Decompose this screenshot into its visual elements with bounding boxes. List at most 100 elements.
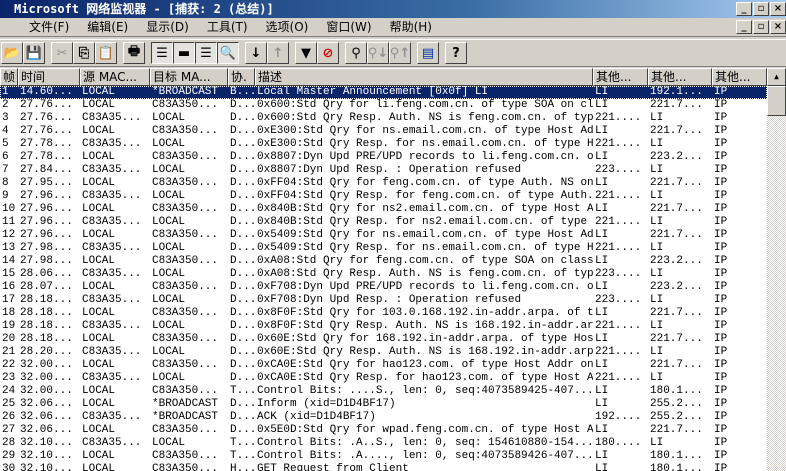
table-row[interactable]: 9 27.96... C83A35... LOCAL D... 0xFF04:Std Qr… — [0, 190, 767, 203]
table-row[interactable]: 7 27.84... C83A35... LOCAL D... 0x8807:Dyn Up… — [0, 164, 767, 177]
cell-protocol: D... — [230, 112, 255, 124]
table-row[interactable]: 10 27.96... LOCAL C83A350... D... 0x840B:Std … — [0, 203, 767, 216]
child-close-button[interactable]: × — [770, 20, 786, 34]
menu-help[interactable]: 帮助(H) — [381, 18, 441, 36]
column-header-time[interactable]: 时间 — [18, 68, 80, 86]
cell-dst-mac: LOCAL — [152, 437, 186, 449]
cell-frame: 28 — [2, 437, 16, 449]
table-row[interactable]: 3 27.76... C83A35... LOCAL D... 0x600:Std Qry… — [0, 112, 767, 125]
arrow-down-button[interactable]: ↓ — [245, 42, 267, 64]
table-row[interactable]: 22 32.00... LOCAL C83A350... D... 0xCA0E:Std … — [0, 359, 767, 372]
save-button[interactable]: 💾 — [23, 42, 45, 64]
scroll-thumb[interactable] — [767, 86, 786, 116]
child-minimize-button[interactable]: _ — [736, 20, 752, 34]
cell-src-mac: C83A35... — [82, 138, 142, 150]
column-header-protocol[interactable]: 协. — [228, 68, 255, 86]
cell-other3: IP — [714, 190, 728, 202]
menu-window[interactable]: 窗口(W) — [317, 18, 380, 36]
table-row[interactable]: 16 28.07... LOCAL C83A350... D... 0xF708:Dyn … — [0, 281, 767, 294]
vertical-scrollbar[interactable]: ▲ — [767, 68, 786, 471]
cell-other3: IP — [714, 450, 728, 462]
table-row[interactable]: 24 32.00... LOCAL C83A350... T... Control Bit… — [0, 385, 767, 398]
table-row[interactable]: 5 27.78... C83A35... LOCAL D... 0xE300:Std Qr… — [0, 138, 767, 151]
table-row[interactable]: 17 28.18... C83A35... LOCAL D... 0xF708:Dyn U… — [0, 294, 767, 307]
print-button[interactable]: 🖶 — [123, 42, 145, 64]
table-row[interactable]: 14 27.98... LOCAL C83A350... D... 0xA08:Std Q… — [0, 255, 767, 268]
minimize-button[interactable]: _ — [736, 2, 752, 16]
menu-display[interactable]: 显示(D) — [137, 18, 198, 36]
cell-protocol: D... — [230, 255, 255, 267]
find-prev-button[interactable]: ⚲↑ — [389, 42, 411, 64]
menu-edit[interactable]: 编辑(E) — [78, 18, 137, 36]
table-row[interactable]: 26 32.06... C83A35... *BROADCAST D... ACK (xi… — [0, 411, 767, 424]
help-button[interactable]: ? — [445, 42, 467, 64]
cell-other1: LI — [595, 86, 609, 98]
arrow-up-button[interactable]: ↑ — [267, 42, 289, 64]
menu-options[interactable]: 选项(O) — [257, 18, 318, 36]
cell-time: 27.76... — [20, 99, 73, 111]
menu-file[interactable]: 文件(F) — [20, 18, 78, 36]
pane-bottom-button[interactable]: ☰ — [195, 42, 217, 64]
table-row[interactable]: 11 27.96... C83A35... LOCAL D... 0x840B:Std Q… — [0, 216, 767, 229]
table-row[interactable]: 1 14.60... LOCAL *BROADCAST B... Local Master… — [0, 86, 767, 99]
cell-other2: LI — [650, 242, 664, 254]
table-row[interactable]: 8 27.95... LOCAL C83A350... D... 0xFF04:Std Q… — [0, 177, 767, 190]
scroll-up-button[interactable]: ▲ — [767, 68, 786, 86]
menu-tools[interactable]: 工具(T) — [198, 18, 257, 36]
cell-time: 27.96... — [20, 229, 73, 241]
find-next-button[interactable]: ⚲↓ — [367, 42, 389, 64]
table-row[interactable]: 4 27.76... LOCAL C83A350... D... 0xE300:Std Q… — [0, 125, 767, 138]
cell-other1: 223.... — [595, 294, 642, 306]
cell-frame: 18 — [2, 307, 16, 319]
table-row[interactable]: 13 27.98... C83A35... LOCAL D... 0x5409:Std Q… — [0, 242, 767, 255]
table-row[interactable]: 15 28.06... C83A35... LOCAL D... 0xA08:Std Qr… — [0, 268, 767, 281]
cell-other1: 221.... — [595, 190, 642, 202]
cell-description: Control Bits: .A...., len: 0, seq:407358… — [257, 450, 593, 462]
table-row[interactable]: 12 27.96... LOCAL C83A350... D... 0x5409:Std … — [0, 229, 767, 242]
paste-button[interactable]: 📋 — [95, 42, 117, 64]
child-restore-button[interactable]: ▫ — [753, 20, 769, 34]
cell-protocol: D... — [230, 203, 255, 215]
cell-other2: 255.2... — [650, 398, 703, 410]
no-filter-button[interactable]: ⊘ — [317, 42, 339, 64]
table-row[interactable]: 29 32.10... LOCAL C83A350... T... Control Bit… — [0, 450, 767, 463]
cell-time: 28.18... — [20, 320, 73, 332]
column-header-description[interactable]: 描述 — [255, 68, 593, 86]
cell-protocol: D... — [230, 333, 255, 345]
table-row[interactable]: 2 27.76... LOCAL C83A350... D... 0x600:Std Qr… — [0, 99, 767, 112]
cell-description: Local Master Announcement [0x0f] LI — [257, 86, 489, 98]
table-row[interactable]: 27 32.06... LOCAL C83A350... D... 0x5E0D:Std … — [0, 424, 767, 437]
column-header-src-mac[interactable]: 源 MAC... — [80, 68, 150, 86]
pane-middle-button[interactable]: ▬ — [173, 42, 195, 64]
table-row[interactable]: 23 32.00... C83A35... LOCAL D... 0xCA0E:Std Q… — [0, 372, 767, 385]
close-button[interactable]: × — [770, 2, 786, 16]
cell-other3: IP — [714, 177, 728, 189]
table-row[interactable]: 19 28.18... C83A35... LOCAL D... 0x8F0F:Std Q… — [0, 320, 767, 333]
cell-protocol: D... — [230, 281, 255, 293]
table-row[interactable]: 25 32.06... LOCAL *BROADCAST D... Inform (xid… — [0, 398, 767, 411]
table-row[interactable]: 20 28.18... LOCAL C83A350... D... 0x60E:Std Q… — [0, 333, 767, 346]
table-row[interactable]: 18 28.18... LOCAL C83A350... D... 0x8F0F:Std … — [0, 307, 767, 320]
column-header-other2[interactable]: 其他... — [648, 68, 712, 86]
zoom-button[interactable]: 🔍 — [217, 42, 239, 64]
column-header-frame[interactable]: 帧 — [0, 68, 18, 86]
find-button[interactable]: ⚲ — [345, 42, 367, 64]
column-header-other1[interactable]: 其他... — [593, 68, 648, 86]
table-row[interactable]: 6 27.78... LOCAL C83A350... D... 0x8807:Dyn U… — [0, 151, 767, 164]
restore-button[interactable]: ▫ — [753, 2, 769, 16]
column-header-other3[interactable]: 其他... — [712, 68, 767, 86]
copy-button[interactable]: ⎘ — [73, 42, 95, 64]
properties-button[interactable]: ▤ — [417, 42, 439, 64]
open-folder-button[interactable]: 📂 — [1, 42, 23, 64]
filter-button[interactable]: ▼ — [295, 42, 317, 64]
cut-button[interactable]: ✂ — [51, 42, 73, 64]
find-next-icon: ⚲↓ — [367, 45, 389, 61]
cell-protocol: B... — [230, 86, 255, 98]
table-row[interactable]: 28 32.10... C83A35... LOCAL T... Control Bits… — [0, 437, 767, 450]
table-row[interactable]: 21 28.20... C83A35... LOCAL D... 0x60E:Std Qr… — [0, 346, 767, 359]
table-row[interactable]: 30 32.10... LOCAL C83A350... H... GET Request… — [0, 463, 767, 471]
cell-other2: 221.7... — [650, 203, 703, 215]
no-filter-icon: ⊘ — [322, 45, 334, 61]
pane-top-button[interactable]: ☰ — [151, 42, 173, 64]
column-header-dst-mac[interactable]: 目标 MA... — [150, 68, 228, 86]
